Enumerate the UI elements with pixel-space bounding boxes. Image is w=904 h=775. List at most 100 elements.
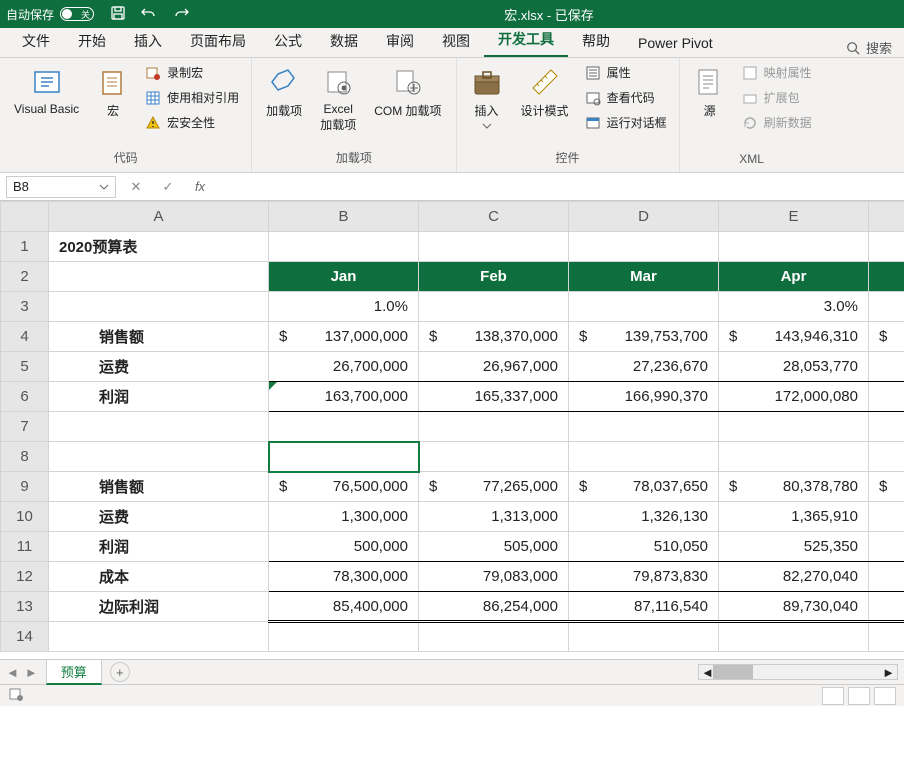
cell[interactable]: $143,946,310 bbox=[719, 322, 869, 352]
cell[interactable]: 505,000 bbox=[419, 532, 569, 562]
cell[interactable]: 1,365,910 bbox=[719, 502, 869, 532]
view-normal-button[interactable] bbox=[822, 687, 844, 705]
cell[interactable]: 27,236,670 bbox=[569, 352, 719, 382]
cell[interactable]: 525,350 bbox=[719, 532, 869, 562]
cell[interactable]: 165,337,000 bbox=[419, 382, 569, 412]
map-properties-button[interactable]: 映射属性 bbox=[738, 62, 816, 83]
cell[interactable] bbox=[869, 262, 904, 292]
cell[interactable] bbox=[869, 352, 904, 382]
cell[interactable]: 1,300,000 bbox=[269, 502, 419, 532]
cell[interactable]: 28,053,770 bbox=[719, 352, 869, 382]
cell[interactable] bbox=[269, 232, 419, 262]
cell[interactable]: Mar bbox=[569, 262, 719, 292]
tab-home[interactable]: 开始 bbox=[64, 25, 120, 57]
cell[interactable] bbox=[569, 622, 719, 652]
row-header[interactable]: 8 bbox=[1, 442, 49, 472]
select-all-corner[interactable] bbox=[1, 202, 49, 232]
cell[interactable]: 87,116,540 bbox=[569, 592, 719, 622]
cell[interactable] bbox=[869, 562, 904, 592]
tab-formulas[interactable]: 公式 bbox=[260, 25, 316, 57]
cell[interactable]: 1,313,000 bbox=[419, 502, 569, 532]
cell[interactable]: Jan bbox=[269, 262, 419, 292]
row-header[interactable]: 7 bbox=[1, 412, 49, 442]
cell[interactable] bbox=[569, 292, 719, 322]
fx-button[interactable]: fx bbox=[188, 176, 212, 198]
cell[interactable]: 1.0% bbox=[269, 292, 419, 322]
cell[interactable]: 172,000,080 bbox=[719, 382, 869, 412]
cell[interactable] bbox=[869, 412, 904, 442]
autosave-toggle[interactable]: 自动保存 关 bbox=[6, 6, 94, 23]
col-header-C[interactable]: C bbox=[419, 202, 569, 232]
save-icon[interactable] bbox=[110, 5, 126, 24]
refresh-data-button[interactable]: 刷新数据 bbox=[738, 112, 816, 133]
cell[interactable] bbox=[869, 592, 904, 622]
cell[interactable]: 510,050 bbox=[569, 532, 719, 562]
cell[interactable] bbox=[719, 232, 869, 262]
view-code-button[interactable]: 查看代码 bbox=[581, 87, 671, 108]
record-macro-button[interactable]: 录制宏 bbox=[141, 62, 243, 83]
cell[interactable] bbox=[869, 532, 904, 562]
cell[interactable]: Feb bbox=[419, 262, 569, 292]
cell[interactable] bbox=[869, 382, 904, 412]
cell[interactable] bbox=[869, 232, 904, 262]
tab-review[interactable]: 审阅 bbox=[372, 25, 428, 57]
add-sheet-button[interactable]: + bbox=[110, 662, 130, 682]
cell[interactable]: $76,500,000 bbox=[269, 472, 419, 502]
sheet-next-icon[interactable]: ► bbox=[25, 665, 38, 680]
cell[interactable]: 利润 bbox=[49, 532, 269, 562]
source-button[interactable]: 源 bbox=[688, 62, 732, 123]
cell[interactable] bbox=[569, 412, 719, 442]
cell[interactable]: 销售额 bbox=[49, 472, 269, 502]
row-header[interactable]: 3 bbox=[1, 292, 49, 322]
cell[interactable]: 边际利润 bbox=[49, 592, 269, 622]
row-header[interactable]: 11 bbox=[1, 532, 49, 562]
undo-icon[interactable] bbox=[140, 6, 158, 23]
cell[interactable] bbox=[269, 442, 419, 472]
scroll-right-icon[interactable]: ► bbox=[882, 665, 895, 680]
properties-button[interactable]: 属性 bbox=[581, 62, 671, 83]
cell[interactable]: $139,753,700 bbox=[569, 322, 719, 352]
record-macro-status-icon[interactable] bbox=[8, 686, 24, 705]
cell[interactable]: $77,265,000 bbox=[419, 472, 569, 502]
tab-layout[interactable]: 页面布局 bbox=[176, 25, 260, 57]
cell[interactable] bbox=[869, 502, 904, 532]
search-button[interactable]: 搜索 bbox=[846, 38, 896, 57]
col-header-A[interactable]: A bbox=[49, 202, 269, 232]
cell[interactable]: 运费 bbox=[49, 352, 269, 382]
cell[interactable]: $80,378,780 bbox=[719, 472, 869, 502]
visual-basic-button[interactable]: Visual Basic bbox=[8, 62, 85, 120]
cell[interactable] bbox=[49, 412, 269, 442]
cell[interactable]: $ bbox=[869, 322, 904, 352]
design-mode-button[interactable]: 设计模式 bbox=[515, 62, 575, 123]
relative-ref-button[interactable]: 使用相对引用 bbox=[141, 87, 243, 108]
col-header-B[interactable]: B bbox=[269, 202, 419, 232]
row-header[interactable]: 10 bbox=[1, 502, 49, 532]
cell[interactable]: 85,400,000 bbox=[269, 592, 419, 622]
cancel-formula-button[interactable]: ✕ bbox=[124, 176, 148, 198]
cell[interactable]: 26,700,000 bbox=[269, 352, 419, 382]
row-header[interactable]: 4 bbox=[1, 322, 49, 352]
cell[interactable]: 78,300,000 bbox=[269, 562, 419, 592]
cell[interactable]: 500,000 bbox=[269, 532, 419, 562]
cell[interactable] bbox=[49, 442, 269, 472]
cell[interactable]: $138,370,000 bbox=[419, 322, 569, 352]
cell[interactable]: 26,967,000 bbox=[419, 352, 569, 382]
run-dialog-button[interactable]: 运行对话框 bbox=[581, 112, 671, 133]
tab-insert[interactable]: 插入 bbox=[120, 25, 176, 57]
tab-file[interactable]: 文件 bbox=[8, 25, 64, 57]
cell[interactable]: $137,000,000 bbox=[269, 322, 419, 352]
cell[interactable] bbox=[569, 232, 719, 262]
cell[interactable] bbox=[869, 292, 904, 322]
view-pagebreak-button[interactable] bbox=[874, 687, 896, 705]
row-header[interactable]: 1 bbox=[1, 232, 49, 262]
row-header[interactable]: 12 bbox=[1, 562, 49, 592]
redo-icon[interactable] bbox=[172, 6, 190, 23]
cell[interactable]: 166,990,370 bbox=[569, 382, 719, 412]
cell[interactable] bbox=[719, 622, 869, 652]
com-addins-button[interactable]: COM 加载项 bbox=[368, 62, 447, 123]
excel-addins-button[interactable]: Excel 加载项 bbox=[314, 62, 362, 137]
row-header[interactable]: 9 bbox=[1, 472, 49, 502]
toggle-switch[interactable]: 关 bbox=[60, 7, 94, 21]
tab-powerpivot[interactable]: Power Pivot bbox=[624, 29, 727, 57]
cell[interactable] bbox=[569, 442, 719, 472]
